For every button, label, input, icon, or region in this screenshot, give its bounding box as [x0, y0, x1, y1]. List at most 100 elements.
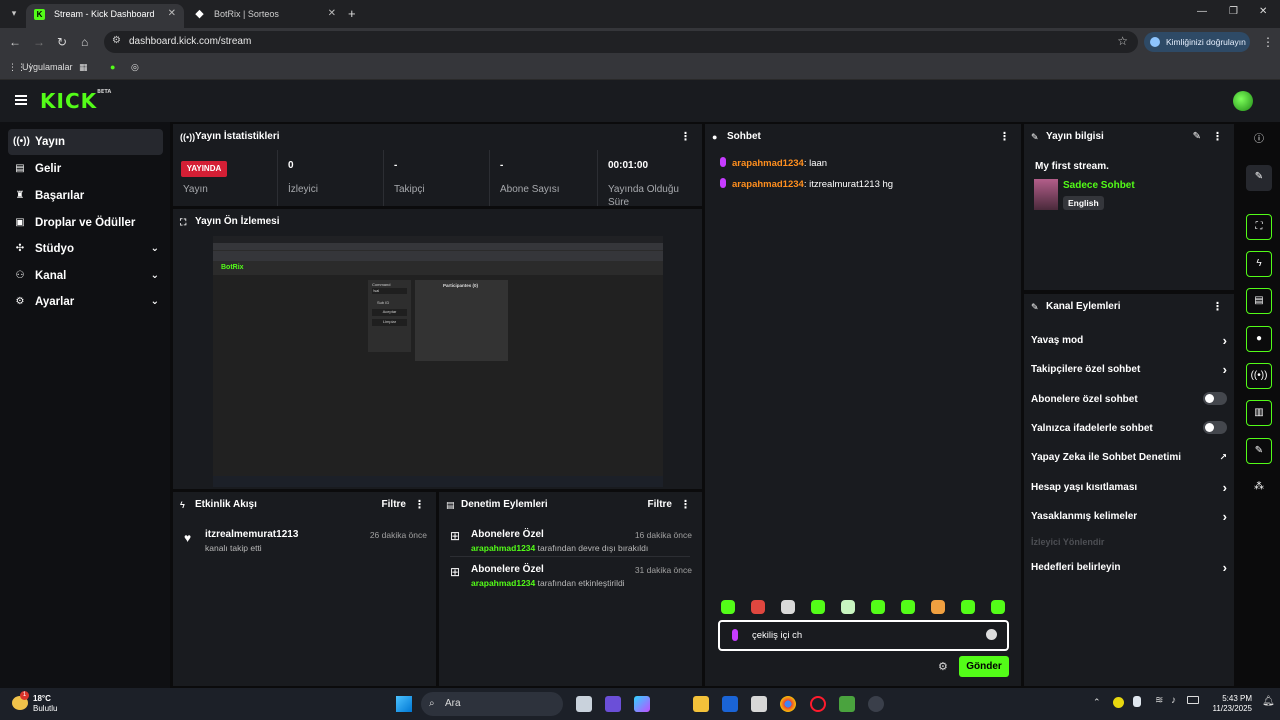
menu-icon[interactable] [15, 95, 27, 105]
app-icon[interactable] [868, 696, 884, 712]
extension-icon[interactable]: ● [110, 62, 115, 72]
action-banned-words[interactable]: Yasaklanmış kelimeler › [1031, 509, 1227, 524]
site-info-icon[interactable]: ⚙ [112, 35, 121, 46]
opera-icon[interactable] [810, 696, 826, 712]
forward-icon[interactable]: → [33, 35, 45, 49]
emote-icon[interactable] [751, 600, 765, 614]
action-slow-mode[interactable]: Yavaş mod › [1031, 333, 1227, 348]
filter-button[interactable]: Filtre [648, 492, 672, 518]
chat-username[interactable]: arapahmad1234 [732, 158, 804, 169]
weather-widget[interactable]: 18°C Bulutlu [33, 694, 57, 714]
copilot-icon[interactable] [634, 696, 650, 712]
emoji-picker-icon[interactable] [986, 629, 997, 640]
wifi-icon[interactable]: ≋ [1155, 695, 1163, 706]
sidebar-item-yayin[interactable]: ((•)) Yayın [8, 129, 163, 155]
browser-tab-kick[interactable]: K Stream - Kick Dashboard ✕ [26, 4, 184, 28]
task-view-icon[interactable] [576, 696, 592, 712]
bookmark-apps[interactable]: Uygulamalar [22, 62, 73, 72]
taskbar-search[interactable]: ⌕ Ara [421, 692, 563, 716]
sidebar-item-kanal[interactable]: ⚇ Kanal ⌄ [8, 263, 163, 289]
sidebar-item-ayarlar[interactable]: ⚙ Ayarlar ⌄ [8, 289, 163, 315]
minecraft-icon[interactable] [839, 696, 855, 712]
emote-icon[interactable] [871, 600, 885, 614]
teams-icon[interactable] [605, 696, 621, 712]
chat-username[interactable]: arapahmad1234 [732, 179, 804, 190]
close-window-icon[interactable]: ✕ [1259, 6, 1267, 17]
more-options-icon[interactable]: ⋮ [680, 492, 691, 518]
restore-icon[interactable]: ❐ [1229, 6, 1238, 17]
chat-bubble-icon[interactable]: ● [1246, 326, 1272, 352]
emote-icon[interactable] [781, 600, 795, 614]
microphone-icon[interactable] [1133, 696, 1141, 707]
emote-icon[interactable] [961, 600, 975, 614]
kick-logo[interactable]: KICKBETA [40, 89, 111, 113]
edit-icon[interactable]: ✎ [1246, 165, 1272, 191]
emote-icon[interactable] [721, 600, 735, 614]
send-button[interactable]: Gönder [959, 656, 1009, 677]
close-tab-icon[interactable]: ✕ [328, 4, 336, 24]
tab-groups-icon[interactable]: ▦ [79, 62, 88, 73]
tray-chevron-icon[interactable]: ⌃ [1093, 697, 1101, 708]
tray-app-icon[interactable] [1113, 697, 1124, 708]
lightning-icon[interactable]: ϟ [1246, 251, 1272, 277]
extension-icon[interactable]: ◎ [131, 62, 139, 73]
category-link[interactable]: Sadece Sohbet [1063, 180, 1135, 191]
chat-input[interactable] [752, 628, 972, 643]
sidebar-item-gelir[interactable]: ▤ Gelir [8, 156, 163, 182]
file-explorer-icon[interactable] [693, 696, 709, 712]
broadcast-icon[interactable]: ((•)) [1246, 363, 1272, 389]
layout-icon[interactable]: ▥ [1246, 400, 1272, 426]
more-options-icon[interactable]: ⋮ [680, 124, 691, 150]
chrome-icon[interactable] [780, 696, 796, 712]
address-bar[interactable]: ⚙ dashboard.kick.com/stream ☆ [104, 31, 1138, 53]
action-account-age[interactable]: Hesap yaşı kısıtlaması › [1031, 480, 1227, 495]
more-options-icon[interactable]: ⋮ [414, 492, 425, 518]
sidebar-item-studyo[interactable]: ✣ Stüdyo ⌄ [8, 236, 163, 262]
emote-only-toggle[interactable] [1203, 421, 1227, 434]
document-icon[interactable]: ▤ [1246, 288, 1272, 314]
action-goals[interactable]: Hedefleri belirleyin › [1031, 560, 1227, 575]
sidebar-item-basarilar[interactable]: ♜ Başarılar [8, 183, 163, 209]
clock[interactable]: 5:43 PM 11/23/2025 [1208, 694, 1252, 714]
preview-widget-icon[interactable]: ⛶ [1246, 214, 1272, 240]
chat-settings-icon[interactable]: ⚙ [938, 660, 948, 673]
windows-start-icon[interactable] [396, 696, 412, 712]
emote-icon[interactable] [841, 600, 855, 614]
chevron-down-icon: ⌄ [150, 243, 159, 254]
emote-icon[interactable] [991, 600, 1005, 614]
action-ai-moderation[interactable]: Yapay Zeka ile Sohbet Denetimi ↗ [1031, 452, 1227, 463]
edit-icon[interactable]: ✎ [1193, 124, 1201, 150]
more-options-icon[interactable]: ⋮ [1212, 124, 1223, 150]
stream-preview-video[interactable]: BotRix Command !sal Sub ID Aceptar Limpi… [213, 236, 663, 487]
notifications-icon[interactable]: 🔔︎ [1262, 696, 1275, 707]
verify-identity-button[interactable]: Kimliğinizi doğrulayın [1144, 32, 1250, 52]
subscribers-only-toggle[interactable] [1203, 392, 1227, 405]
new-tab-icon[interactable]: + [348, 6, 356, 21]
browser-menu-icon[interactable]: ⋮ [1262, 35, 1274, 49]
more-widgets-icon[interactable]: ⁂ [1246, 475, 1272, 501]
more-options-icon[interactable]: ⋮ [1212, 294, 1223, 320]
reload-icon[interactable]: ↻ [57, 35, 67, 49]
battery-icon[interactable] [1187, 696, 1199, 704]
minimize-icon[interactable]: — [1197, 6, 1207, 17]
filter-button[interactable]: Filtre [382, 492, 406, 518]
volume-icon[interactable]: ♪ [1171, 695, 1176, 706]
home-icon[interactable]: ⌂ [81, 35, 88, 49]
close-tab-icon[interactable]: ✕ [168, 4, 176, 24]
info-icon[interactable]: ⓘ [1246, 128, 1272, 154]
browser-tab-botrix[interactable]: ◆ BotRix | Sorteos ✕ [186, 4, 344, 28]
wrench-icon[interactable]: ✎ [1246, 438, 1272, 464]
app-icon[interactable] [722, 696, 738, 712]
emote-icon[interactable] [931, 600, 945, 614]
emote-icon[interactable] [811, 600, 825, 614]
search-icon: ⌕ [429, 698, 435, 709]
action-followers-only[interactable]: Takipçilere özel sohbet › [1031, 362, 1227, 377]
avatar[interactable] [1233, 91, 1253, 111]
bookmark-star-icon[interactable]: ☆ [1117, 34, 1128, 48]
more-options-icon[interactable]: ⋮ [999, 124, 1010, 150]
sidebar-item-droplar[interactable]: ▣ Droplar ve Ödüller [8, 210, 163, 236]
store-icon[interactable] [751, 696, 767, 712]
tab-search-icon[interactable]: ▾ [6, 5, 22, 21]
back-icon[interactable]: ← [9, 35, 21, 49]
emote-icon[interactable] [901, 600, 915, 614]
